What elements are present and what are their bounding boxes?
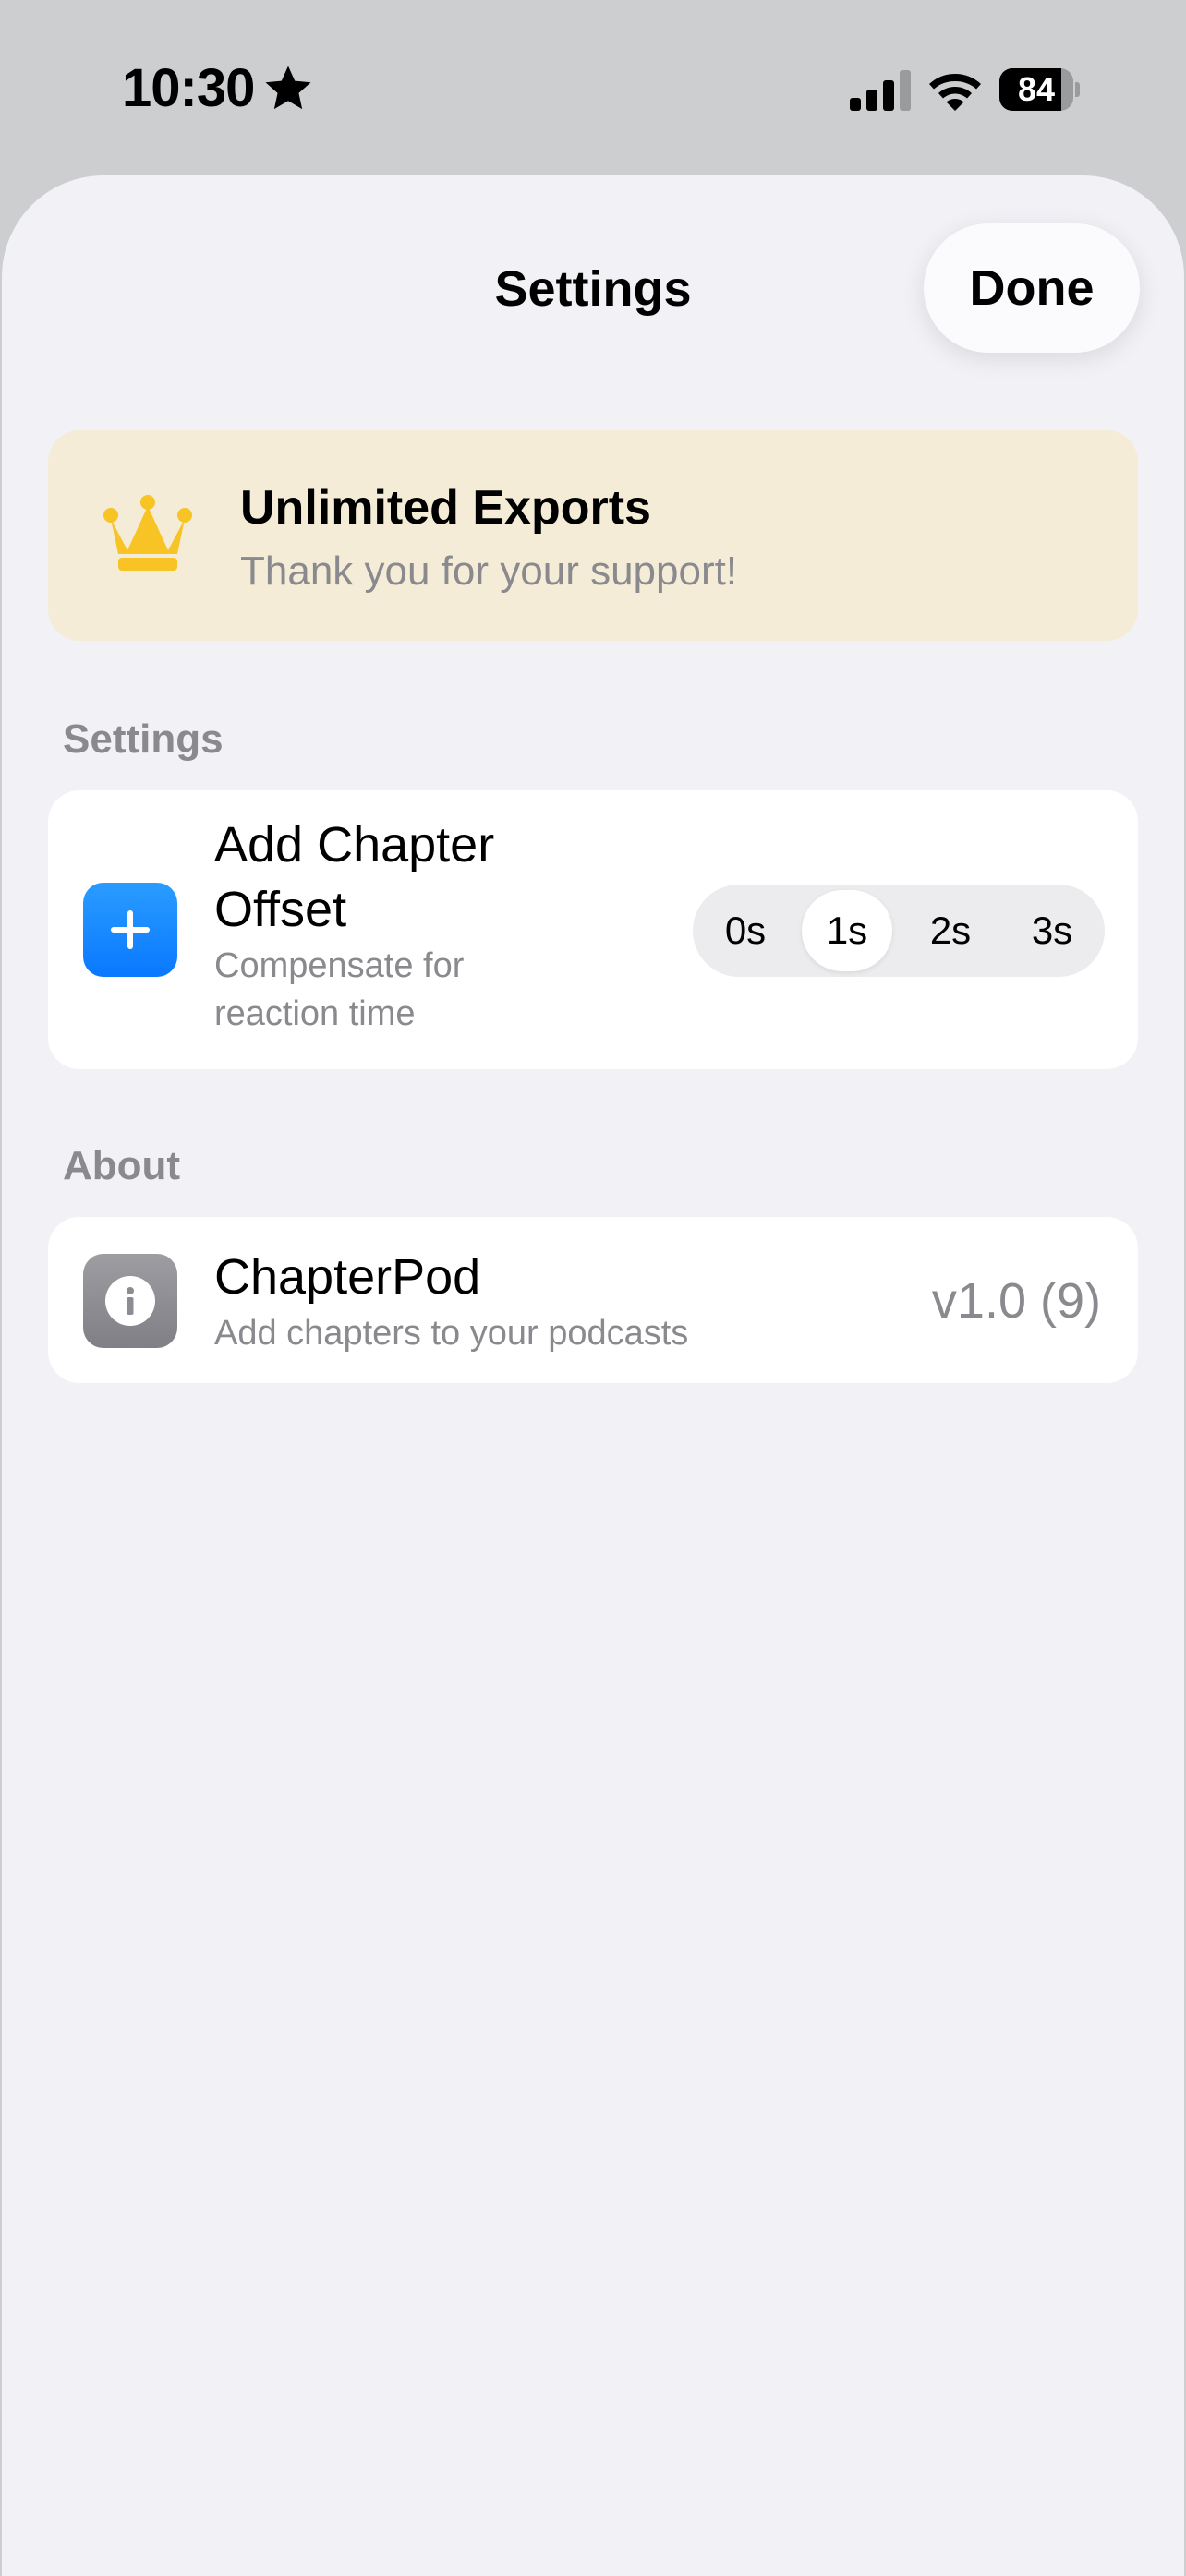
chapter-offset-title-line1: Add Chapter — [214, 817, 495, 873]
crown-icon — [103, 495, 192, 571]
promo-title: Unlimited Exports — [240, 481, 651, 535]
battery-nub — [1075, 82, 1080, 97]
about-app-row: ChapterPod Add chapters to your podcasts… — [48, 1217, 1138, 1383]
app-version: v1.0 (9) — [931, 1273, 1101, 1329]
app-name: ChapterPod — [214, 1249, 481, 1305]
cellular-signal-icon — [850, 70, 911, 111]
wifi-icon — [929, 74, 981, 111]
settings-section-header: Settings — [63, 716, 224, 762]
plus-icon — [111, 910, 150, 949]
info-icon — [105, 1276, 155, 1326]
battery-body: 84 — [999, 68, 1073, 111]
offset-option-3s[interactable]: 3s — [1007, 890, 1097, 971]
offset-option-1s[interactable]: 1s — [802, 890, 892, 971]
offset-option-2s[interactable]: 2s — [905, 890, 996, 971]
chapter-offset-subtitle-line2: reaction time — [214, 994, 416, 1033]
offset-option-0s[interactable]: 0s — [700, 890, 791, 971]
chapter-offset-title-line2: Offset — [214, 882, 347, 937]
chapter-offset-subtitle-line1: Compensate for — [214, 946, 465, 985]
plus-icon-badge — [83, 883, 177, 977]
battery-percentage: 84 — [1017, 70, 1056, 108]
status-time: 10:30 — [122, 58, 255, 118]
info-icon-badge — [83, 1254, 177, 1348]
settings-sheet: Settings Done Unlimited Exports Thank yo… — [2, 175, 1184, 2576]
status-bar: 10:30 84 — [0, 0, 1186, 175]
star-icon — [265, 66, 311, 110]
done-button[interactable]: Done — [924, 223, 1140, 353]
app-description: Add chapters to your podcasts — [214, 1314, 689, 1353]
about-section-header: About — [63, 1143, 181, 1188]
battery-indicator: 84 — [999, 68, 1080, 111]
unlimited-exports-card: Unlimited Exports Thank you for your sup… — [48, 430, 1138, 641]
chapter-offset-segmented-control[interactable]: 0s 1s 2s 3s — [693, 885, 1105, 977]
chapter-offset-row: Add Chapter Offset Compensate for reacti… — [48, 790, 1138, 1069]
promo-subtitle: Thank you for your support! — [240, 548, 738, 594]
